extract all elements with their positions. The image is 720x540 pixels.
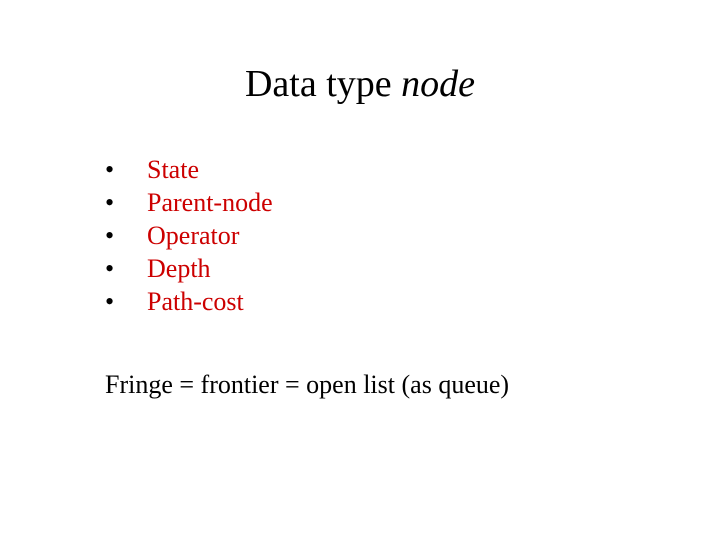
bullet-text: Parent-node — [147, 188, 273, 218]
title-plain: Data type — [245, 63, 401, 105]
bullet-icon: • — [105, 155, 147, 185]
bullet-text: Path-cost — [147, 287, 244, 317]
title-italic: node — [401, 63, 475, 105]
bullet-icon: • — [105, 287, 147, 317]
slide-title: Data type node — [0, 62, 720, 106]
bullet-icon: • — [105, 188, 147, 218]
bullet-icon: • — [105, 254, 147, 284]
list-item: • State — [105, 155, 273, 185]
footer-note: Fringe = frontier = open list (as queue) — [105, 370, 509, 400]
list-item: • Depth — [105, 254, 273, 284]
bullet-text: Operator — [147, 221, 239, 251]
list-item: • Path-cost — [105, 287, 273, 317]
bullet-list: • State • Parent-node • Operator • Depth… — [105, 155, 273, 320]
list-item: • Parent-node — [105, 188, 273, 218]
list-item: • Operator — [105, 221, 273, 251]
bullet-text: State — [147, 155, 199, 185]
bullet-icon: • — [105, 221, 147, 251]
bullet-text: Depth — [147, 254, 211, 284]
